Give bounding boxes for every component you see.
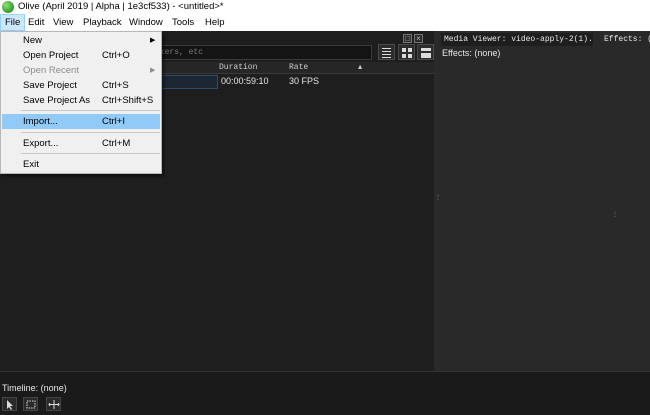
menu-help[interactable]: Help (201, 14, 229, 31)
submenu-arrow-icon: ▶ (150, 37, 156, 44)
menu-separator (21, 132, 160, 133)
menu-playback[interactable]: Playback (79, 14, 126, 31)
menu-item-save-project-as[interactable]: Save Project As Ctrl+Shift+S (2, 93, 160, 108)
menu-item-open-project[interactable]: Open Project Ctrl+O (2, 48, 160, 63)
menu-window[interactable]: Window (125, 14, 167, 31)
project-tree-header: ▲ Duration Rate (150, 62, 434, 74)
menu-separator (21, 110, 160, 111)
splitter-grip-icon: ⋮ (435, 195, 441, 201)
menu-tools[interactable]: Tools (168, 14, 198, 31)
menu-item-open-recent[interactable]: Open Recent ▶ (2, 63, 160, 78)
window-title: Olive (April 2019 | Alpha | 1e3cf533) - … (18, 1, 224, 12)
column-rate[interactable]: Rate (289, 62, 308, 74)
select-tool-button[interactable] (23, 397, 38, 411)
select-tool-icon (26, 400, 36, 409)
submenu-arrow-icon: ▶ (150, 67, 156, 74)
icon-view-button[interactable] (398, 44, 415, 60)
row-duration: 00:00:59:10 (221, 76, 269, 86)
timeline-panel (0, 371, 650, 415)
effects-label: Effects: (none) (442, 48, 501, 58)
menu-item-new[interactable]: New ▶ (2, 33, 160, 48)
splitter-grip-icon[interactable]: ⋮ (612, 212, 618, 218)
float-panel-icon[interactable]: □ (403, 34, 412, 43)
menu-edit[interactable]: Edit (24, 14, 48, 31)
file-menu-dropdown: New ▶ Open Project Ctrl+O Open Recent ▶ … (0, 31, 162, 174)
list-view-button[interactable] (417, 44, 434, 60)
menu-file[interactable]: File (0, 14, 26, 31)
project-search-input[interactable]: rkers, etc (150, 45, 372, 60)
ripple-tool-button[interactable] (46, 397, 61, 411)
menu-item-export[interactable]: Export... Ctrl+M (2, 136, 160, 151)
title-bar: Olive (April 2019 | Alpha | 1e3cf533) - … (0, 0, 650, 14)
menu-bar: File Edit View Playback Window Tools Hel… (0, 14, 650, 31)
pointer-tool-button[interactable] (2, 397, 17, 411)
pointer-tool-icon (7, 400, 13, 410)
menu-separator (21, 153, 160, 154)
menu-item-exit[interactable]: Exit (2, 157, 160, 172)
viewer-effects-panel (439, 31, 650, 371)
menu-view[interactable]: View (49, 14, 77, 31)
olive-logo-icon (2, 1, 14, 13)
menu-item-save-project[interactable]: Save Project Ctrl+S (2, 78, 160, 93)
tab-media-viewer[interactable]: Media Viewer: video-apply-2(1).mp4 (441, 33, 593, 46)
table-row[interactable]: 00:00:59:10 30 FPS (150, 75, 434, 89)
column-duration[interactable]: Duration (219, 62, 257, 74)
tab-effects[interactable]: Effects: (n (601, 33, 650, 46)
timeline-label: Timeline: (none) (2, 383, 67, 393)
ripple-tool-icon (48, 400, 60, 409)
sort-arrow-icon[interactable]: ▲ (358, 62, 362, 74)
close-panel-icon[interactable]: × (414, 34, 423, 43)
tree-view-button[interactable] (378, 44, 395, 60)
menu-item-import[interactable]: Import... Ctrl+I (2, 114, 160, 129)
row-rate: 30 FPS (289, 76, 320, 86)
